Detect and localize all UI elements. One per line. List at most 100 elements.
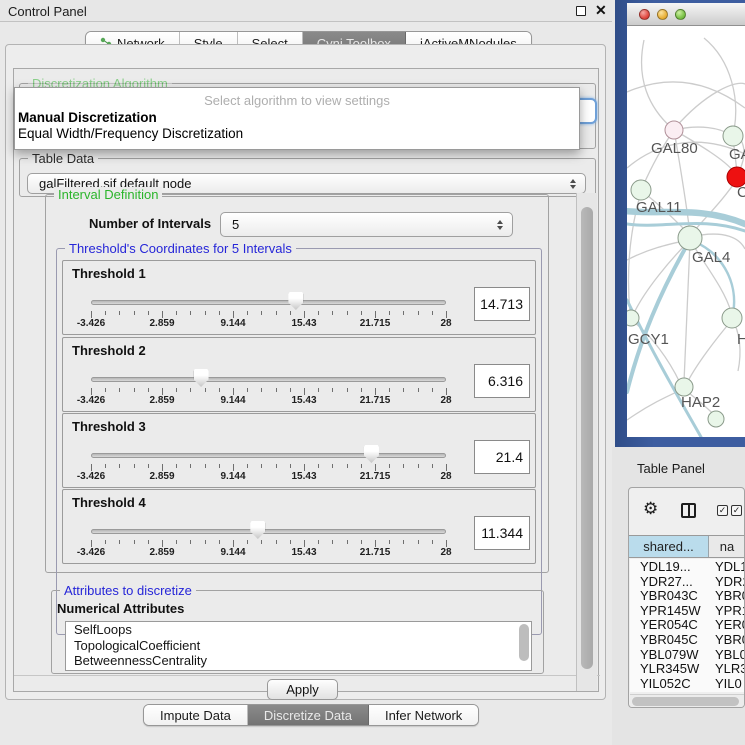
network-node-gcy1[interactable] [627, 310, 639, 326]
footer-divider [14, 675, 600, 676]
close-icon[interactable]: ✕ [595, 2, 607, 19]
table-hscrollbar-track[interactable] [630, 694, 745, 707]
slider-tick [375, 388, 376, 395]
zoom-traffic-light-icon[interactable] [675, 9, 686, 20]
table-hscrollbar-thumb[interactable] [632, 697, 739, 706]
slider-tick [219, 311, 220, 315]
attribute-list-item[interactable]: TopologicalCoefficient [66, 638, 531, 654]
slider-tick [119, 388, 120, 392]
bottom-tab-infer-network[interactable]: Infer Network [369, 705, 478, 725]
slider-tick [176, 388, 177, 392]
list-scrollbar-thumb[interactable] [519, 624, 529, 661]
minimize-traffic-light-icon[interactable] [657, 9, 668, 20]
slider-tick [190, 388, 191, 392]
network-node-h[interactable] [722, 308, 742, 328]
thresholds-group-title: Threshold's Coordinates for 5 Intervals [65, 241, 296, 256]
gear-icon[interactable]: ⚙ [643, 500, 658, 517]
table-column-header-2[interactable]: na [709, 536, 745, 557]
slider-tick [105, 464, 106, 468]
table-cell: YDR2 [706, 574, 745, 589]
network-node-label: C [737, 184, 745, 201]
slider-tick [105, 388, 106, 392]
slider-track[interactable] [91, 300, 446, 305]
apply-button[interactable]: Apply [267, 679, 338, 700]
table-row[interactable]: YBR045CYBR0 [630, 632, 745, 647]
slider-tick [148, 388, 149, 392]
threshold-value-field[interactable]: 11.344 [474, 516, 530, 550]
slider-tick-label: 2.859 [149, 471, 174, 482]
threshold-value-field[interactable]: 21.4 [474, 440, 530, 474]
table-row[interactable]: YDL19...YDL1 [630, 559, 745, 574]
slider-tick-label: 28 [440, 318, 451, 329]
slider-tick-label: 15.43 [291, 318, 316, 329]
table-row[interactable]: YDR27...YDR2 [630, 574, 745, 589]
slider-track[interactable] [91, 529, 446, 534]
slider-tick [176, 311, 177, 315]
network-node-gal80[interactable] [665, 121, 683, 139]
slider-tick-label: 2.859 [149, 395, 174, 406]
table-cell: YPR145W [630, 603, 706, 618]
network-canvas[interactable]: GAL80GACGAL11GAL4GCY1HHAP2 [627, 26, 745, 437]
slider-tick [332, 311, 333, 315]
attribute-list-item[interactable]: BetweennessCentrality [66, 653, 531, 669]
network-view-window: GAL80GACGAL11GAL4GCY1HHAP2 [615, 0, 745, 447]
slider-tick [105, 311, 106, 315]
table-cell: YLR345W [630, 661, 706, 676]
bottom-tab-impute-data[interactable]: Impute Data [144, 705, 248, 725]
panel-scrollbar-track[interactable] [576, 193, 597, 691]
table-cell: YBR043C [630, 588, 706, 603]
close-traffic-light-icon[interactable] [639, 9, 650, 20]
table-row[interactable]: YBR043CYBR0 [630, 588, 745, 603]
table-row[interactable]: YER054CYER0 [630, 617, 745, 632]
algorithm-option-manual[interactable]: Manual Discretization [15, 110, 579, 126]
slider-thumb[interactable] [288, 292, 303, 310]
table-cell: YIL052C [630, 676, 706, 691]
table-cell: YBL0 [706, 647, 745, 662]
network-node-gal11[interactable] [631, 180, 651, 200]
slider-tick [446, 540, 447, 547]
float-window-icon[interactable] [576, 6, 586, 16]
table-row[interactable]: YIL052CYIL0 [630, 676, 745, 691]
slider-tick [418, 388, 419, 392]
columns-icon[interactable] [681, 503, 696, 518]
bottom-tab-discretize-data[interactable]: Discretize Data [248, 705, 369, 725]
threshold-label: Threshold 4 [72, 495, 146, 510]
algorithm-option-equal-width[interactable]: Equal Width/Frequency Discretization [15, 126, 579, 142]
network-node-gal4[interactable] [678, 226, 702, 250]
slider-thumb[interactable] [250, 521, 265, 539]
threshold-label: Threshold 1 [72, 266, 146, 281]
table-row[interactable]: YLR345WYLR3 [630, 661, 745, 676]
threshold-value-field[interactable]: 6.316 [474, 364, 530, 398]
slider-tick [304, 311, 305, 318]
slider-tick [205, 388, 206, 392]
attribute-list-item[interactable]: SelfLoops [66, 622, 531, 638]
checkbox-icon[interactable]: ✓ [717, 505, 728, 516]
table-cell: YBL079W [630, 647, 706, 662]
slider-thumb[interactable] [194, 369, 209, 387]
slider-tick [403, 540, 404, 544]
table-row[interactable]: YBL079WYBL0 [630, 647, 745, 662]
slider-tick [403, 388, 404, 392]
slider-tick [134, 311, 135, 315]
slider-thumb[interactable] [364, 445, 379, 463]
slider-tick [418, 540, 419, 544]
slider-tick [403, 464, 404, 468]
slider-tick [134, 464, 135, 468]
combo-spinner-icon [497, 220, 503, 230]
slider-tick [261, 311, 262, 315]
threshold-value-field[interactable]: 14.713 [474, 287, 530, 321]
slider-tick [119, 311, 120, 315]
slider-track[interactable] [91, 453, 446, 458]
slider-track[interactable] [91, 377, 446, 382]
slider-tick-label: 15.43 [291, 547, 316, 558]
network-edge [643, 130, 674, 186]
network-node[interactable] [708, 411, 724, 427]
number-of-intervals-combobox[interactable]: 5 [220, 212, 513, 237]
table-column-header-1[interactable]: shared... [629, 536, 709, 557]
bottom-tab-bar: Impute DataDiscretize DataInfer Network [143, 704, 479, 726]
network-node-ga[interactable] [723, 126, 743, 146]
slider-tick [105, 540, 106, 544]
panel-scrollbar-thumb[interactable] [581, 207, 593, 669]
checkbox-icon[interactable]: ✓ [731, 505, 742, 516]
table-row[interactable]: YPR145WYPR1 [630, 603, 745, 618]
